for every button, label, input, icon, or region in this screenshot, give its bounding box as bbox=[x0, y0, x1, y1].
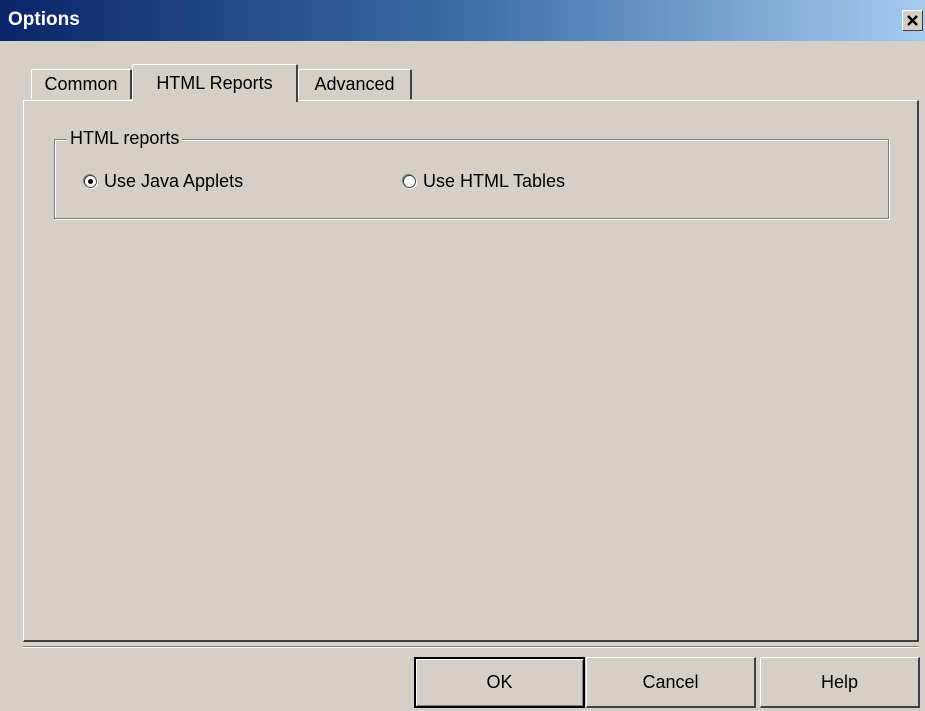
separator bbox=[23, 646, 919, 648]
ok-label: OK bbox=[486, 672, 513, 692]
cancel-button[interactable]: Cancel bbox=[586, 657, 756, 708]
radio-unchecked-icon[interactable] bbox=[403, 175, 416, 188]
tab-common-label: Common bbox=[44, 74, 118, 94]
tab-advanced[interactable]: Advanced bbox=[298, 69, 412, 99]
group-legend: HTML reports bbox=[67, 128, 183, 149]
help-label: Help bbox=[820, 671, 859, 692]
radio-use-html-tables[interactable]: Use HTML Tables bbox=[403, 171, 565, 192]
radio-label: Use HTML Tables bbox=[423, 171, 566, 191]
help-button[interactable]: Help bbox=[760, 657, 920, 708]
ok-button[interactable]: OK bbox=[414, 657, 585, 708]
radio-use-java-applets[interactable]: Use Java Applets bbox=[84, 171, 243, 192]
window-title: Options bbox=[8, 9, 80, 30]
radio-label: Use Java Applets bbox=[104, 171, 244, 191]
close-icon bbox=[907, 15, 918, 26]
tab-html-reports[interactable]: HTML Reports bbox=[132, 64, 298, 102]
tab-html-reports-label: HTML Reports bbox=[156, 73, 273, 93]
close-button[interactable] bbox=[902, 10, 923, 31]
tab-advanced-label: Advanced bbox=[314, 74, 395, 94]
title-bar: Options bbox=[0, 0, 925, 41]
radio-checked-icon[interactable] bbox=[84, 175, 97, 188]
tab-common[interactable]: Common bbox=[31, 69, 132, 99]
cancel-label: Cancel bbox=[642, 671, 699, 692]
